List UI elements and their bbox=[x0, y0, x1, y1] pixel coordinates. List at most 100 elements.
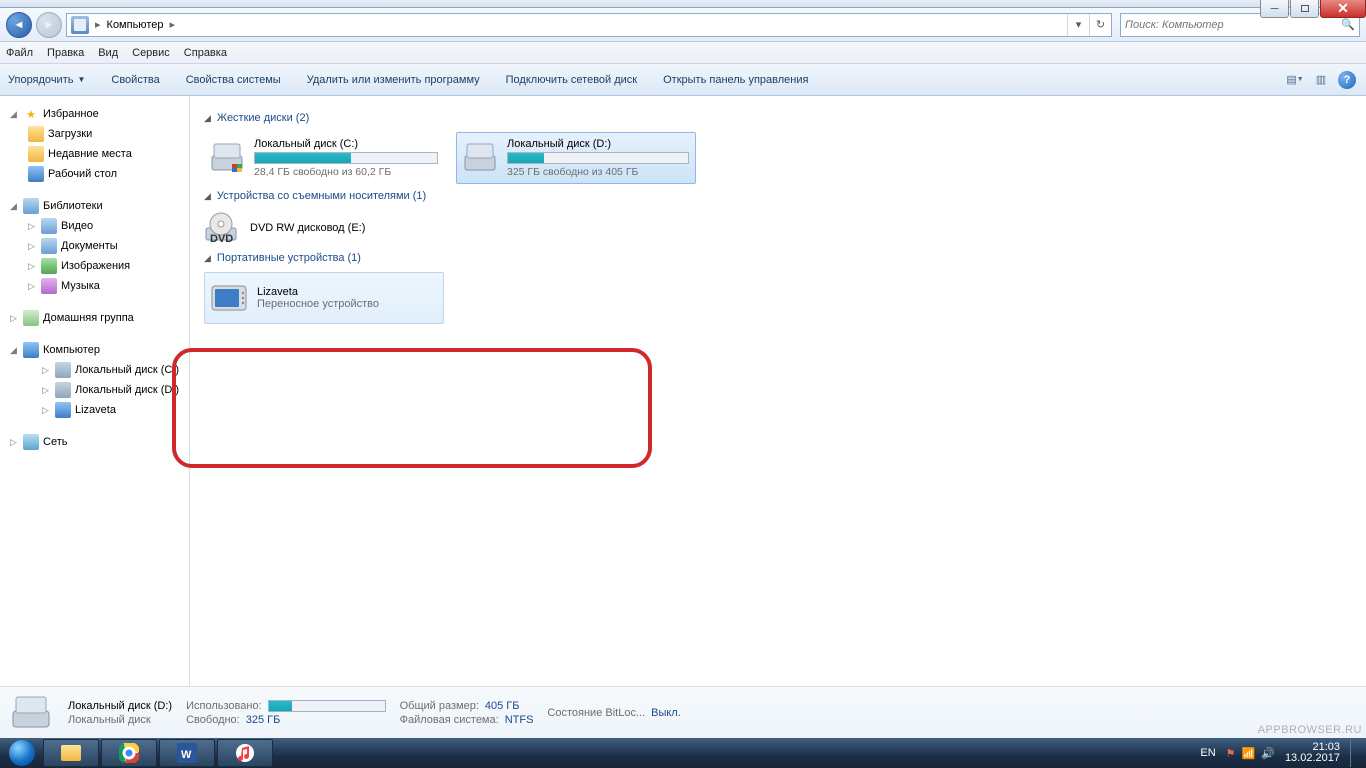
content-pane: ◢Жесткие диски (2) Локальный диск (C:) 2… bbox=[190, 96, 1366, 686]
tree-libraries[interactable]: ◢Библиотеки bbox=[2, 196, 187, 216]
tree-computer[interactable]: ◢Компьютер bbox=[2, 340, 187, 360]
tree-drive-d[interactable]: ▷Локальный диск (D:) bbox=[2, 380, 187, 400]
navigation-pane: ◢★Избранное Загрузки Недавние места Рабо… bbox=[0, 96, 190, 686]
taskbar-explorer[interactable] bbox=[43, 739, 99, 767]
menu-help[interactable]: Справка bbox=[184, 47, 227, 59]
collapse-icon[interactable]: ◢ bbox=[10, 201, 19, 212]
video-icon bbox=[41, 218, 57, 234]
collapse-icon[interactable]: ◢ bbox=[10, 109, 19, 120]
show-desktop-button[interactable] bbox=[1350, 739, 1358, 767]
expand-icon[interactable]: ▷ bbox=[42, 385, 51, 396]
expand-icon[interactable]: ▷ bbox=[10, 437, 19, 448]
collapse-icon[interactable]: ◢ bbox=[204, 253, 211, 264]
star-icon: ★ bbox=[23, 106, 39, 122]
nav-back-button[interactable]: ◄ bbox=[6, 12, 32, 38]
window-minimize-button[interactable]: ─ bbox=[1260, 0, 1289, 18]
help-button[interactable]: ? bbox=[1336, 69, 1358, 91]
address-dropdown-button[interactable]: ▾ bbox=[1067, 14, 1089, 36]
details-total-value: 405 ГБ bbox=[485, 700, 520, 712]
tree-homegroup[interactable]: ▷Домашняя группа bbox=[2, 308, 187, 328]
details-bitlocker-value: Выкл. bbox=[651, 707, 681, 719]
chrome-icon bbox=[119, 743, 139, 763]
expand-icon[interactable]: ▷ bbox=[42, 365, 51, 376]
window-close-button[interactable]: ✕ bbox=[1320, 0, 1366, 18]
menu-service[interactable]: Сервис bbox=[132, 47, 170, 59]
tree-documents[interactable]: ▷Документы bbox=[2, 236, 187, 256]
cmd-system-properties[interactable]: Свойства системы bbox=[186, 74, 281, 86]
portable-device-tile[interactable]: Lizaveta Переносное устройство bbox=[204, 272, 444, 324]
drive-c-free-text: 28,4 ГБ свободно из 60,2 ГБ bbox=[254, 166, 438, 178]
tray-network-icon[interactable]: 📶 bbox=[1242, 747, 1256, 760]
collapse-icon[interactable]: ◢ bbox=[204, 191, 211, 202]
tree-network[interactable]: ▷Сеть bbox=[2, 432, 187, 452]
breadcrumb-computer[interactable]: Компьютер bbox=[103, 19, 168, 31]
details-usage-bar bbox=[268, 700, 386, 712]
cmd-uninstall-program[interactable]: Удалить или изменить программу bbox=[307, 74, 480, 86]
drive-d-tile[interactable]: Локальный диск (D:) 325 ГБ свободно из 4… bbox=[456, 132, 696, 184]
tree-video[interactable]: ▷Видео bbox=[2, 216, 187, 236]
collapse-icon[interactable]: ◢ bbox=[204, 113, 211, 124]
tree-recent[interactable]: Недавние места bbox=[2, 144, 187, 164]
details-free-value: 325 ГБ bbox=[246, 714, 281, 726]
menu-view[interactable]: Вид bbox=[98, 47, 118, 59]
expand-icon[interactable]: ▷ bbox=[10, 313, 19, 324]
taskbar: W EN ⚑ 📶 🔊 21:03 13.02.2017 bbox=[0, 738, 1366, 768]
drive-icon bbox=[55, 382, 71, 398]
tray-language[interactable]: EN bbox=[1200, 747, 1215, 759]
tray-clock[interactable]: 21:03 13.02.2017 bbox=[1285, 742, 1340, 764]
pictures-icon bbox=[41, 258, 57, 274]
tray-volume-icon[interactable]: 🔊 bbox=[1261, 747, 1275, 760]
start-button[interactable] bbox=[2, 738, 42, 768]
windows-orb-icon bbox=[9, 740, 35, 766]
tree-desktop[interactable]: Рабочий стол bbox=[2, 164, 187, 184]
details-type: Локальный диск bbox=[68, 714, 172, 726]
expand-icon[interactable]: ▷ bbox=[28, 221, 37, 232]
tree-pictures[interactable]: ▷Изображения bbox=[2, 256, 187, 276]
tree-lizaveta[interactable]: ▷Lizaveta bbox=[2, 400, 187, 420]
preview-pane-button[interactable]: ▥ bbox=[1310, 69, 1332, 91]
dvd-drive-name: DVD RW дисковод (E:) bbox=[250, 222, 365, 234]
tree-music[interactable]: ▷Музыка bbox=[2, 276, 187, 296]
tree-drive-c[interactable]: ▷Локальный диск (C:) bbox=[2, 360, 187, 380]
taskbar-chrome[interactable] bbox=[101, 739, 157, 767]
group-hard-drives[interactable]: ◢Жесткие диски (2) bbox=[204, 112, 1352, 124]
collapse-icon[interactable]: ◢ bbox=[10, 345, 19, 356]
details-free-label: Свободно: bbox=[186, 714, 240, 726]
view-options-button[interactable]: ▤▼ bbox=[1284, 69, 1306, 91]
address-bar[interactable]: ▸ Компьютер ▸ ▾ ↻ bbox=[66, 13, 1112, 37]
address-refresh-button[interactable]: ↻ bbox=[1089, 14, 1111, 36]
window-titlebar: ─ ✕ bbox=[0, 0, 1366, 8]
expand-icon[interactable]: ▷ bbox=[42, 405, 51, 416]
menu-edit[interactable]: Правка bbox=[47, 47, 84, 59]
breadcrumb-separator-icon[interactable]: ▸ bbox=[167, 18, 177, 31]
tree-favorites[interactable]: ◢★Избранное bbox=[2, 104, 187, 124]
breadcrumb-separator-icon: ▸ bbox=[93, 18, 103, 31]
details-total-label: Общий размер: bbox=[400, 700, 479, 712]
expand-icon[interactable]: ▷ bbox=[28, 261, 37, 272]
drive-d-name: Локальный диск (D:) bbox=[507, 138, 689, 150]
menu-file[interactable]: Файл bbox=[6, 47, 33, 59]
cmd-control-panel[interactable]: Открыть панель управления bbox=[663, 74, 808, 86]
folder-icon bbox=[28, 126, 44, 142]
dvd-drive-tile[interactable]: DVD DVD RW дисковод (E:) bbox=[204, 210, 1352, 246]
svg-text:W: W bbox=[181, 749, 192, 761]
taskbar-word[interactable]: W bbox=[159, 739, 215, 767]
group-portable[interactable]: ◢Портативные устройства (1) bbox=[204, 252, 1352, 264]
chevron-down-icon: ▼ bbox=[77, 75, 85, 84]
cmd-organize[interactable]: Упорядочить▼ bbox=[8, 74, 85, 86]
tree-downloads[interactable]: Загрузки bbox=[2, 124, 187, 144]
drive-d-usage-bar bbox=[507, 152, 689, 164]
window-maximize-button[interactable] bbox=[1290, 0, 1319, 18]
taskbar-itunes[interactable] bbox=[217, 739, 273, 767]
nav-forward-button[interactable]: ► bbox=[36, 12, 62, 38]
library-icon bbox=[23, 198, 39, 214]
search-input[interactable] bbox=[1125, 19, 1341, 31]
expand-icon[interactable]: ▷ bbox=[28, 241, 37, 252]
expand-icon[interactable]: ▷ bbox=[28, 281, 37, 292]
tray-flag-icon[interactable]: ⚑ bbox=[1226, 747, 1236, 760]
cmd-map-drive[interactable]: Подключить сетевой диск bbox=[506, 74, 637, 86]
cmd-properties[interactable]: Свойства bbox=[111, 74, 159, 86]
documents-icon bbox=[41, 238, 57, 254]
group-removable[interactable]: ◢Устройства со съемными носителями (1) bbox=[204, 190, 1352, 202]
drive-c-tile[interactable]: Локальный диск (C:) 28,4 ГБ свободно из … bbox=[204, 132, 444, 184]
